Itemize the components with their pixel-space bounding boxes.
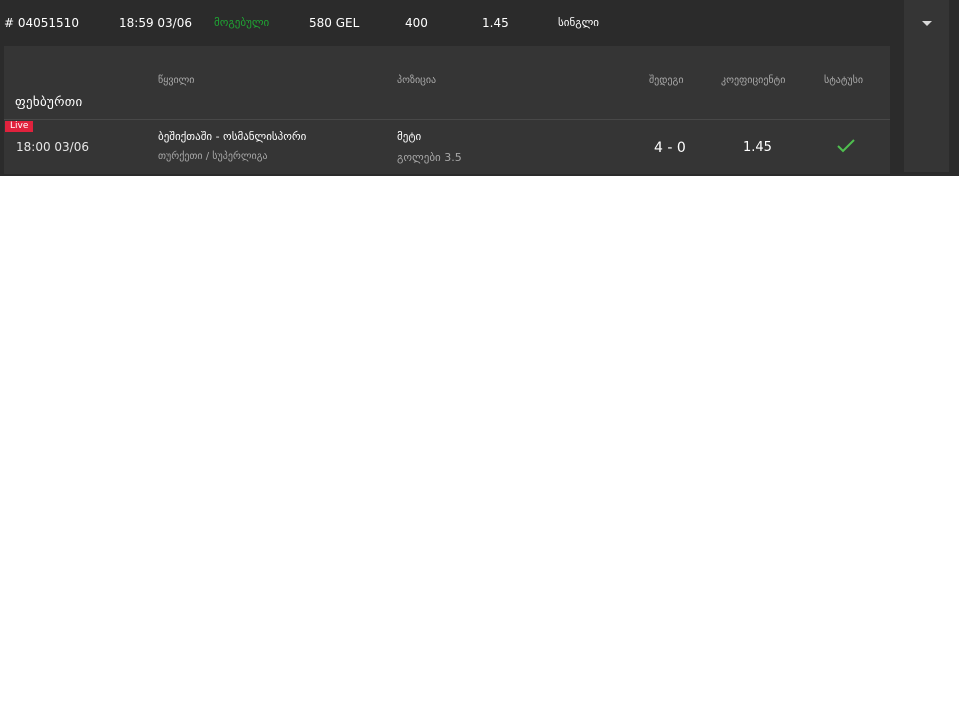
bet-type: სინგლი (558, 16, 599, 29)
position-name: მეტი (397, 130, 422, 143)
bet-id: # 04051510 (4, 16, 79, 30)
event-league: თურქეთი / სუპერლიგა (158, 151, 268, 162)
bet-coefficient: 1.45 (482, 16, 509, 30)
sport-title: ფეხბურთი (15, 95, 83, 110)
bet-summary-row[interactable]: # 04051510 18:59 03/06 მოგებული 580 GEL … (0, 0, 890, 46)
bet-possible-win: 400 (405, 16, 428, 30)
chevron-down-icon[interactable] (922, 21, 932, 26)
event-name: ბეშიქთაში - ოსმანლისპორი (158, 130, 307, 143)
event-score: 4 - 0 (654, 140, 686, 156)
bet-stake: 580 GEL (309, 16, 360, 30)
bet-panel: # 04051510 18:59 03/06 მოგებული 580 GEL … (0, 0, 959, 176)
bet-status: მოგებული (214, 16, 270, 29)
check-icon (837, 139, 855, 153)
divider (4, 119, 890, 120)
bet-datetime: 18:59 03/06 (119, 16, 192, 30)
event-time: 18:00 03/06 (16, 140, 89, 154)
expand-toggle-column[interactable] (904, 0, 949, 172)
header-coefficient: კოეფიციენტი (721, 75, 786, 86)
position-detail: გოლები 3.5 (397, 151, 462, 164)
event-coefficient: 1.45 (743, 140, 772, 155)
bet-details-card: წყვილი პოზიცია შედეგი კოეფიციენტი სტატუს… (4, 46, 890, 174)
header-status: სტატუსი (824, 75, 864, 86)
header-score: შედეგი (649, 75, 684, 86)
header-position: პოზიცია (397, 75, 437, 86)
header-event: წყვილი (158, 75, 195, 86)
live-badge: Live (5, 121, 34, 132)
